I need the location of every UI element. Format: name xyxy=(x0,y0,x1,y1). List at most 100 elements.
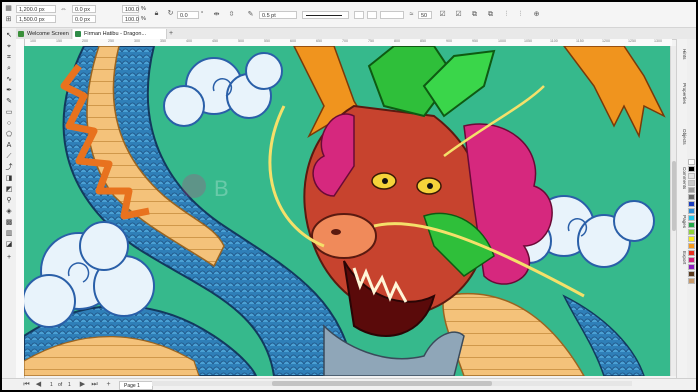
docker-tab-pages[interactable]: Pages xyxy=(678,215,687,239)
drawing-canvas[interactable]: B xyxy=(24,46,670,376)
ruler-tick-label: 1250 xyxy=(628,39,636,43)
shape-tool-icon[interactable]: ⌖ xyxy=(4,42,14,51)
interactive-fill-icon[interactable]: ◈ xyxy=(4,207,14,216)
ruler-tick-label: 1200 xyxy=(602,39,610,43)
transparency-icon[interactable]: ◩ xyxy=(4,185,14,194)
eyedropper-icon[interactable]: ⚲ xyxy=(4,196,14,205)
tab-label: Firman Hatibu - Dragon... xyxy=(84,31,147,37)
color-swatch[interactable] xyxy=(688,264,695,270)
outline-width-field[interactable]: 0.5 pt xyxy=(259,11,297,19)
object-height-field[interactable]: 1,500.0 px xyxy=(16,15,56,23)
first-page-icon[interactable]: ⏮ xyxy=(22,380,31,389)
scale-x-field[interactable]: 0.0 px xyxy=(72,5,96,13)
lock-icon[interactable]: 🔒︎ xyxy=(152,9,161,18)
ruler-tick-label: 400 xyxy=(186,39,192,43)
parallel-dimension-icon[interactable]: ⟋ xyxy=(4,152,14,161)
page-total: 1 xyxy=(68,382,71,388)
outline-pen-icon[interactable]: ✎ xyxy=(246,10,255,19)
object-width-field[interactable]: 1,200.0 px xyxy=(16,5,56,13)
property-bar: ▦ ⊞ 1,200.0 px 1,500.0 px ⇔ 0.0 px 0.0 p… xyxy=(2,2,696,28)
add-page-icon[interactable]: + xyxy=(104,380,113,389)
color-swatch[interactable] xyxy=(688,215,695,221)
align-icon[interactable]: ⫶ xyxy=(502,10,511,19)
ellipse-tool-icon[interactable]: ○ xyxy=(4,119,14,128)
tab-dragon-document[interactable]: Firman Hatibu - Dragon... xyxy=(73,29,167,39)
color-swatch[interactable] xyxy=(688,222,695,228)
polygon-tool-icon[interactable]: ⬠ xyxy=(4,130,14,139)
color-swatch[interactable] xyxy=(688,201,695,207)
next-page-icon[interactable]: ▶ xyxy=(78,380,87,389)
crop-tool-icon[interactable]: ⌗ xyxy=(4,53,14,62)
rectangle-tool-icon[interactable]: ▭ xyxy=(4,108,14,117)
to-front-icon[interactable]: ⧉ xyxy=(470,10,479,19)
color-swatch[interactable] xyxy=(688,208,695,214)
docker-tab-properties[interactable]: Properties xyxy=(678,83,687,119)
start-arrow-select[interactable] xyxy=(354,11,364,19)
tab-welcome-screen[interactable]: Welcome Screen xyxy=(16,29,72,39)
text-tool-icon[interactable]: A xyxy=(4,141,14,150)
previous-page-icon[interactable]: ◀ xyxy=(34,380,43,389)
add-tool-icon[interactable]: + xyxy=(4,253,14,262)
percent-x-field[interactable]: 100.0 xyxy=(122,5,139,13)
drop-shadow-icon[interactable]: ◨ xyxy=(4,174,14,183)
horizontal-scroll-thumb[interactable] xyxy=(272,381,492,386)
color-swatch[interactable] xyxy=(688,187,695,193)
fill-tool-icon[interactable]: ◪ xyxy=(4,240,14,249)
checkbox-icon[interactable]: ☑ xyxy=(438,10,447,19)
transform-icon[interactable]: ⊞ xyxy=(4,15,13,24)
pick-tool-icon[interactable]: ↖ xyxy=(4,31,14,40)
to-back-icon[interactable]: ⧉ xyxy=(486,10,495,19)
horizontal-scrollbar[interactable] xyxy=(152,381,632,386)
docker-tab-hints[interactable]: Hints xyxy=(678,49,687,75)
outline-tool-icon[interactable]: ▥ xyxy=(4,229,14,238)
mirror-vertical-icon[interactable]: ⇳ xyxy=(227,10,236,19)
last-page-icon[interactable]: ⏭ xyxy=(90,380,99,389)
line-style-select[interactable] xyxy=(302,11,349,19)
color-swatch[interactable] xyxy=(688,166,695,172)
steps-field[interactable]: 50 xyxy=(418,11,432,19)
align-grid-icon[interactable]: ▦ xyxy=(4,4,13,13)
dragon-illustration: B xyxy=(24,46,666,376)
color-swatch[interactable] xyxy=(688,236,695,242)
ruler-tick-label: 500 xyxy=(238,39,244,43)
ruler-tick-label: 700 xyxy=(342,39,348,43)
docker-tab-objects[interactable]: Objects xyxy=(678,129,687,157)
ruler-tick-label: 750 xyxy=(368,39,374,43)
ruler-tick-label: 950 xyxy=(472,39,478,43)
color-swatch[interactable] xyxy=(688,278,695,284)
mirror-horizontal-icon[interactable]: ⇹ xyxy=(212,10,221,19)
docker-tab-comments[interactable]: Comments xyxy=(678,167,687,203)
lock-ratio-icon[interactable]: ⇔ xyxy=(59,5,68,14)
color-swatch[interactable] xyxy=(688,159,695,165)
ruler-tick-label: 150 xyxy=(56,39,62,43)
connector-tool-icon[interactable]: ⤴ xyxy=(4,163,14,172)
checkbox-icon-2[interactable]: ☑ xyxy=(454,10,463,19)
color-swatch[interactable] xyxy=(688,194,695,200)
pen-tool-icon[interactable]: ✎ xyxy=(4,97,14,106)
color-swatch[interactable] xyxy=(688,271,695,277)
color-swatch[interactable] xyxy=(688,257,695,263)
freehand-tool-icon[interactable]: ∿ xyxy=(4,75,14,84)
color-swatch[interactable] xyxy=(688,243,695,249)
zoom-tool-icon[interactable]: ⌕ xyxy=(4,64,14,73)
new-tab-icon[interactable]: + xyxy=(169,29,173,39)
artistic-media-icon[interactable]: ✒ xyxy=(4,86,14,95)
page-tab[interactable]: Page 1 xyxy=(119,381,153,390)
smart-fill-icon[interactable]: ▩ xyxy=(4,218,14,227)
docker-tab-export[interactable]: Export xyxy=(678,251,687,277)
rotation-field[interactable]: 0.0 xyxy=(177,11,199,19)
color-swatch[interactable] xyxy=(688,173,695,179)
color-swatch[interactable] xyxy=(688,229,695,235)
ruler-tick-label: 100 xyxy=(30,39,36,43)
color-swatch[interactable] xyxy=(688,180,695,186)
ruler-tick-label: 1300 xyxy=(654,39,662,43)
ruler-tick-label: 650 xyxy=(316,39,322,43)
wave-icon[interactable]: ≈ xyxy=(407,10,416,19)
arrowhead-select[interactable] xyxy=(380,11,404,19)
scale-y-field[interactable]: 0.0 px xyxy=(72,15,96,23)
color-swatch[interactable] xyxy=(688,250,695,256)
percent-y-field[interactable]: 100.0 xyxy=(122,15,139,23)
add-icon[interactable]: ⊕ xyxy=(532,10,541,19)
end-arrow-select[interactable] xyxy=(367,11,377,19)
distribute-icon[interactable]: ⫶ xyxy=(516,10,525,19)
